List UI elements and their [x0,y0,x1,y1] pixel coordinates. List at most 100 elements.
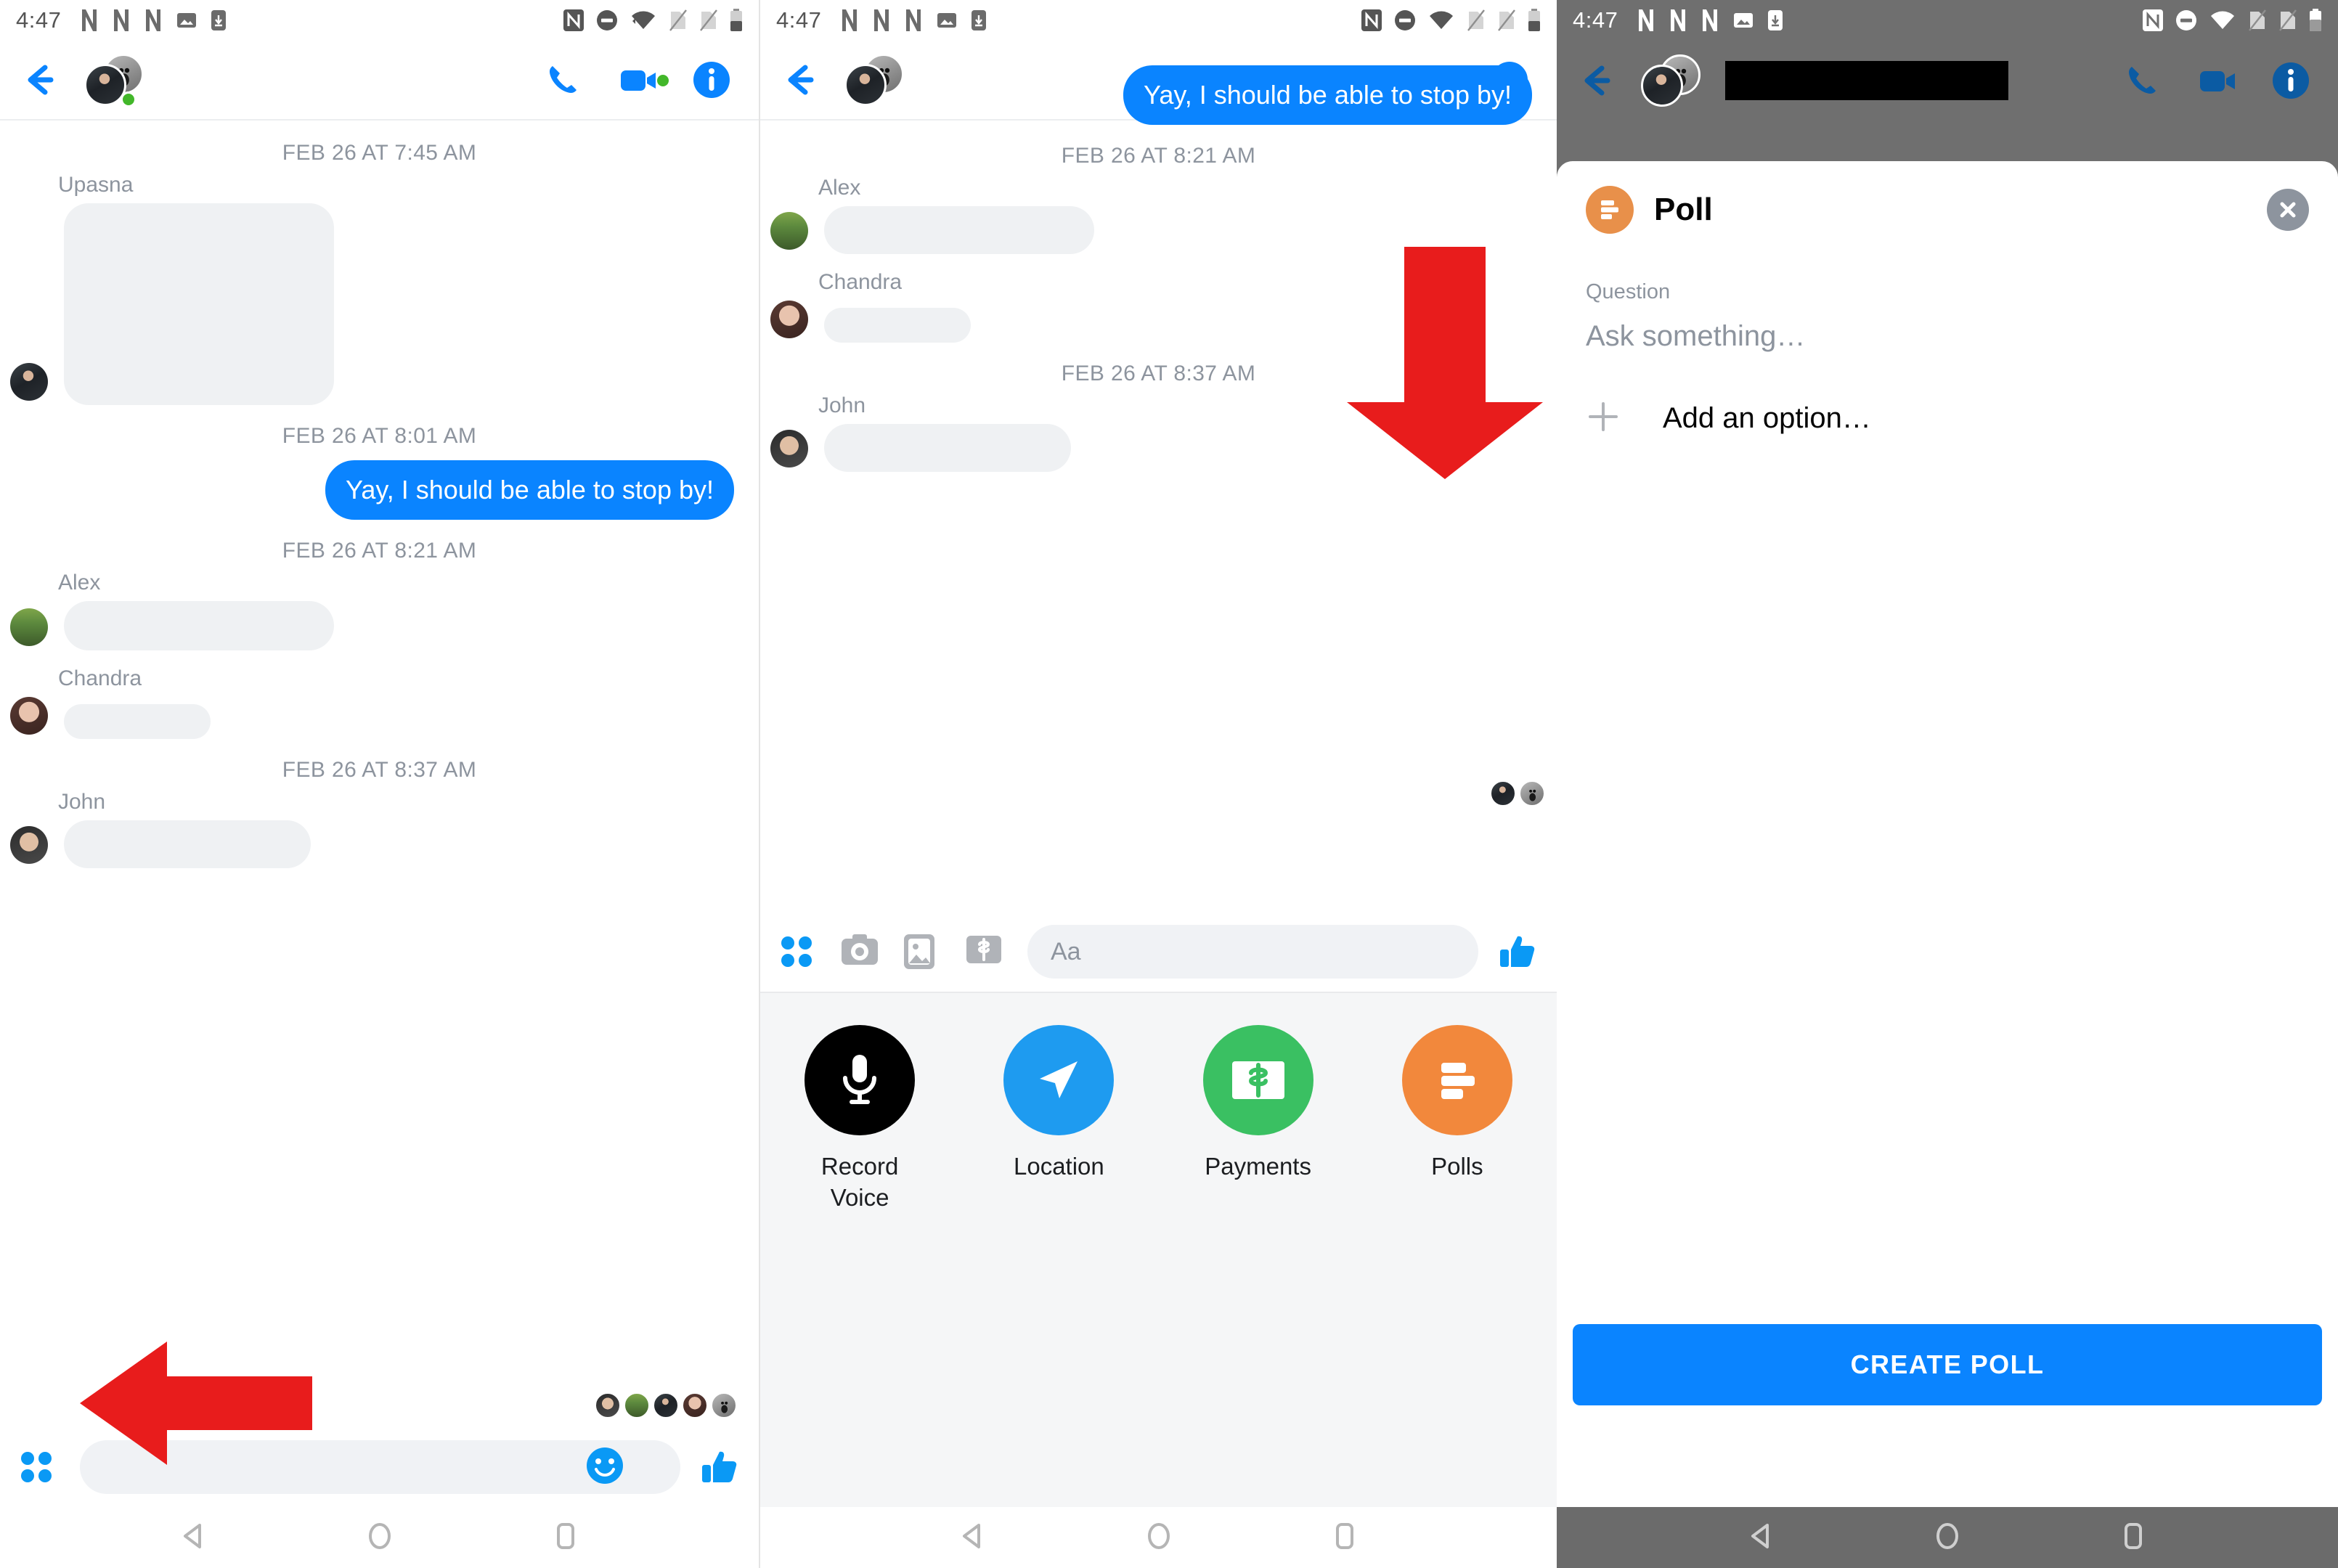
message-sender-name: Chandra [58,666,142,690]
video-camera-icon[interactable] [2196,60,2238,102]
video-camera-icon[interactable] [616,59,669,101]
day-separator: FEB 26 AT 7:45 AM [282,141,477,165]
avatar [624,1392,650,1418]
avatar [1519,780,1545,807]
smiley-icon[interactable] [585,1446,624,1489]
message-bubble[interactable] [64,820,311,868]
avatar [770,212,808,250]
avatar [595,1392,621,1418]
message-bubble[interactable] [64,203,334,405]
gallery-icon[interactable] [903,933,940,971]
square-recents-icon[interactable] [1328,1519,1361,1556]
sim1-off-icon [1467,9,1486,32]
message-sender-name: Alex [58,571,101,595]
status-clock: 4:47 [1573,7,1618,33]
poll-sheet-header: Poll [1557,161,2338,234]
tray-item-label: Polls [1431,1153,1483,1180]
location-arrow-icon [1003,1025,1115,1135]
status-bar: 4:47 [0,0,759,41]
wifi-icon [1427,9,1455,31]
tray-item-label: Location [1013,1153,1104,1180]
message-row [0,203,759,405]
avatar[interactable] [78,54,154,107]
thumbs-up-icon[interactable] [1497,931,1539,973]
message-composer: Aa [760,912,1557,992]
create-poll-button[interactable]: CREATE POLL [1573,1324,2322,1405]
triangle-back-icon[interactable] [956,1519,990,1556]
day-separator: FEB 26 AT 8:21 AM [1061,144,1256,168]
thumbs-up-icon[interactable] [699,1446,741,1488]
avatar [10,826,48,864]
close-x-icon[interactable] [2267,189,2309,231]
sim2-off-icon [2278,9,2297,32]
messenger-thread-screen: 4:47 FEB 26 AT 7:45 AM Upasna FEB 26 AT … [0,0,759,1568]
sim2-off-icon [699,9,718,32]
tray-item-record-voice[interactable]: Record Voice [760,1025,959,1214]
day-separator: FEB 26 AT 8:37 AM [282,758,477,782]
tray-item-polls[interactable]: Polls [1358,1025,1557,1183]
tray-item-payments[interactable]: Payments [1159,1025,1358,1183]
chat-header [1557,41,2338,121]
question-label: Question [1586,280,1671,303]
image-icon [176,9,197,31]
message-bubble[interactable] [64,601,334,650]
message-sender-name: Upasna [58,173,134,197]
status-clock: 4:47 [16,7,62,33]
online-status-dot [121,91,137,107]
tray-item-location[interactable]: Location [959,1025,1158,1183]
annotation-arrow-left [80,1342,312,1465]
square-recents-icon[interactable] [549,1519,582,1556]
battery-icon [730,9,743,32]
n-logo-icon [112,8,131,33]
status-bar: 4:47 [760,0,1557,41]
status-bar: 4:47 [1557,0,2338,41]
question-input[interactable]: Ask something… [1557,304,2338,353]
triangle-back-icon[interactable] [1745,1519,1778,1556]
wifi-icon [630,9,657,31]
message-input[interactable]: Aa [1027,925,1478,979]
chat-header [0,41,759,121]
n-logo-icon [1637,8,1655,33]
triangle-back-icon[interactable] [177,1519,211,1556]
phone-icon[interactable] [2122,60,2164,102]
avatar[interactable] [1635,54,1711,107]
sim2-off-icon [1497,9,1516,32]
nfc-icon [1361,9,1382,32]
square-recents-icon[interactable] [2117,1519,2150,1556]
attachment-tray: Record Voice Location Payments Polls [760,992,1557,1507]
dnd-icon [596,9,618,31]
back-arrow-icon[interactable] [17,57,62,102]
message-bubble-outgoing[interactable]: Yay, I should be able to stop by! [1123,65,1532,125]
circle-home-icon[interactable] [1931,1519,1964,1556]
info-icon[interactable] [2270,60,2312,102]
phone-icon[interactable] [542,59,584,101]
four-dots-apps-icon[interactable] [778,933,815,971]
download-icon [211,9,227,31]
image-icon [1732,9,1754,31]
back-arrow-icon[interactable] [1574,58,1619,103]
four-dots-apps-icon[interactable] [17,1448,55,1486]
circle-home-icon[interactable] [1142,1519,1176,1556]
message-bubble[interactable] [64,704,211,739]
nfc-icon [563,9,584,32]
avatar [1490,780,1516,807]
message-bubble[interactable] [824,206,1094,254]
dollar-bill-icon[interactable] [965,933,1003,971]
message-row [0,697,759,739]
message-bubble[interactable] [824,308,971,343]
info-icon[interactable] [691,59,733,101]
dnd-icon [1394,9,1416,31]
avatar [711,1392,737,1418]
avatar-primary [1641,65,1683,107]
camera-icon[interactable] [840,933,878,971]
poll-creation-screen: 4:47 Poll Question Ask something… Add an… [1557,0,2338,1568]
poll-bottom-sheet: Poll Question Ask something… Add an opti… [1557,161,2338,1507]
battery-icon [2309,9,2322,32]
circle-home-icon[interactable] [363,1519,396,1556]
add-option-row[interactable]: Add an option… [1557,353,2338,438]
n-logo-icon [872,8,891,33]
message-bubble-outgoing[interactable]: Yay, I should be able to stop by! [325,460,734,520]
message-bubble[interactable] [824,424,1071,472]
download-icon [971,9,987,31]
avatar [770,430,808,467]
